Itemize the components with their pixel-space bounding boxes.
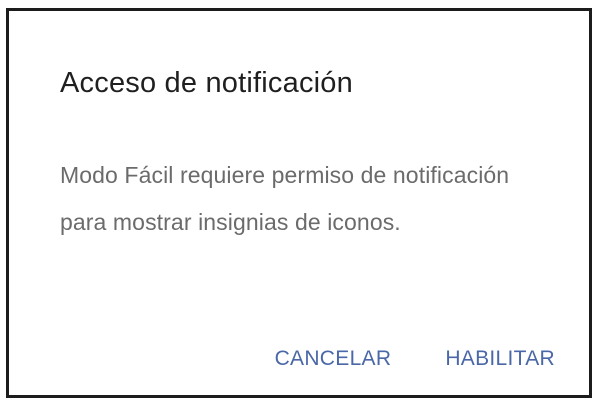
notification-access-dialog: Acceso de notificación Modo Fácil requie…: [6, 8, 592, 398]
dialog-title: Acceso de notificación: [60, 67, 353, 99]
dialog-actions: CANCELAR HABILITAR: [267, 341, 563, 377]
cancel-button[interactable]: CANCELAR: [267, 341, 400, 377]
dialog-message: Modo Fácil requiere permiso de notificac…: [60, 162, 510, 235]
enable-button[interactable]: HABILITAR: [437, 341, 563, 377]
